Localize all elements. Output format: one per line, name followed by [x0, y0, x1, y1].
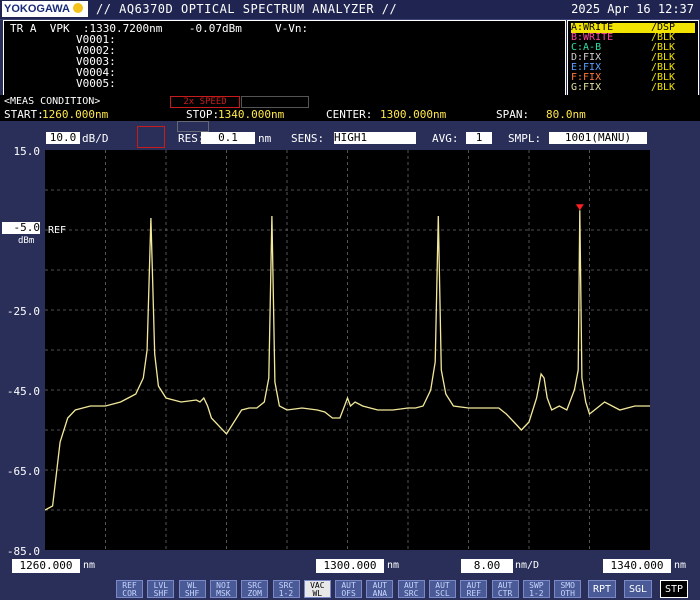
softkey-line: ZOM [247, 589, 262, 598]
softkey-noi-msk[interactable]: NOI MSK [209, 580, 237, 598]
scale-value[interactable]: 10.0 [46, 132, 80, 144]
ref-level-value[interactable]: -5.0 [2, 222, 40, 234]
repeat-sweep-button[interactable]: RPT [588, 580, 616, 598]
y-tick-neg85: -85.0 [6, 545, 40, 558]
softkey-aut-ofs[interactable]: AUT OFS [335, 580, 363, 598]
softkey-line: WL [312, 589, 323, 598]
softkey-src-zom[interactable]: SRC ZOM [241, 580, 269, 598]
softkey-line: SCL [435, 589, 450, 598]
instrument-title: // AQ6370D OPTICAL SPECTRUM ANALYZER // [96, 2, 398, 16]
parameter-bar: 10.0 dB/D RES: 0.1 nm SENS: HIGH1 AVG: 1… [0, 121, 700, 148]
softkey-line: OTH [560, 589, 575, 598]
y-tick-neg65: -65.0 [6, 465, 40, 478]
softkey-aut-ctr[interactable]: AUT CTR [491, 580, 519, 598]
marker-info-panel: TR A VPK :1330.7200nm -0.07dBm V-Vn: V00… [3, 20, 566, 96]
stop-sweep-button[interactable]: STP [660, 580, 688, 598]
scale-unit: dB/D [82, 132, 109, 145]
start-label: START: [4, 108, 44, 121]
stop-label: STOP: [186, 108, 220, 121]
center-label: CENTER: [326, 108, 373, 121]
avg-value[interactable]: 1 [466, 132, 492, 144]
softkey-src-1-2[interactable]: SRC 1-2 [272, 580, 300, 598]
softkey-line: SRC [403, 589, 419, 598]
spectrum-svg: REF [44, 150, 650, 550]
peak-level: -0.07dBm [188, 22, 242, 35]
y-tick-neg45: -45.0 [6, 385, 40, 398]
x-center-unit: nm [387, 560, 400, 571]
softkey-line: SHF [184, 589, 200, 598]
res-indicator [177, 121, 209, 132]
x-div-value[interactable]: 8.00 [461, 559, 513, 573]
trace-label: G:FIX [571, 82, 602, 93]
softkey-lvl-shf[interactable]: LVL SHF [147, 580, 175, 598]
brand-text: YOKOGAWA [4, 3, 71, 15]
spectrum-plot[interactable]: REF [44, 150, 650, 550]
span-value[interactable]: 80.0nm [546, 108, 586, 121]
x-start-unit: nm [83, 560, 96, 571]
y-tick-neg25: -25.0 [6, 305, 40, 318]
trace-panel: A:WRITE/DSP B:WRITE/BLK C:A-B/BLK D:FIX/BLK… [567, 20, 699, 96]
softkey-line: SHF [153, 589, 169, 598]
softkey-line: REF [466, 589, 482, 598]
brand-logo: YOKOGAWA [2, 1, 88, 17]
softkey-wl-shf[interactable]: WL SHF [178, 580, 206, 598]
x-stop-value[interactable]: 1340.000 [603, 559, 671, 573]
res-value[interactable]: 0.1 [201, 132, 255, 144]
x-div-unit: nm/D [515, 560, 540, 571]
peak-readout: TR A VPK :1330.7200nm -0.07dBm V-Vn: [10, 23, 308, 34]
ref-label: REF [48, 225, 66, 236]
softkey-line: ANA [372, 589, 388, 598]
ref-unit: dBm [18, 236, 35, 246]
scale-mode-indicator [137, 126, 165, 148]
softkey-line: COR [122, 589, 137, 598]
softkey-aut-ana[interactable]: AUT ANA [366, 580, 394, 598]
peak-marker-icon [575, 204, 584, 211]
x-start-value[interactable]: 1260.000 [12, 559, 80, 573]
softkey-vac-wl[interactable]: VAC WL [303, 580, 331, 598]
softkey-smo-oth[interactable]: SMO OTH [554, 580, 582, 598]
softkey-line: MSK [216, 589, 231, 598]
x-center-value[interactable]: 1300.000 [316, 559, 384, 573]
trace-item-g[interactable]: G:FIX/BLK [571, 83, 695, 93]
smpl-label: SMPL: [508, 132, 542, 145]
start-value[interactable]: 1260.000nm [42, 108, 108, 121]
softkey-aut-scl[interactable]: AUT SCL [429, 580, 456, 598]
softkey-ref-cor[interactable]: REF COR [116, 580, 143, 598]
softkey-aut-ref[interactable]: AUT REF [460, 580, 488, 598]
softkey-line: 1-2 [278, 589, 294, 598]
softkey-swp-1-2[interactable]: SWP 1-2 [522, 580, 550, 598]
datetime: 2025 Apr 16 12:37 [571, 2, 694, 16]
sweep-speed-button[interactable]: 2x SPEED [170, 96, 240, 108]
plot-grid [45, 150, 650, 550]
stop-value[interactable]: 1340.000nm [218, 108, 284, 121]
softkey-line: OFS [341, 589, 356, 598]
y-tick-15: 15.0 [13, 145, 41, 158]
delta-label: V-Vn: [274, 22, 309, 35]
sens-value[interactable]: HIGH1 [334, 132, 416, 144]
sens-label: SENS: [291, 132, 325, 145]
smpl-value[interactable]: 1001(MANU) [549, 132, 647, 144]
center-value[interactable]: 1300.000nm [380, 108, 446, 121]
res-unit: nm [258, 132, 272, 145]
x-stop-unit: nm [674, 560, 687, 571]
span-label: SPAN: [496, 108, 530, 121]
softkey-line: CTR [497, 589, 513, 598]
marker-5: V0005: [76, 77, 116, 90]
inactive-button [241, 96, 309, 108]
softkey-aut-src[interactable]: AUT SRC [397, 580, 425, 598]
single-sweep-button[interactable]: SGL [624, 580, 652, 598]
sun-icon [73, 3, 84, 13]
trace-mode: /BLK [651, 82, 676, 93]
meas-header: <MEAS CONDITION> [4, 96, 101, 107]
softkey-line: 1-2 [529, 589, 544, 598]
avg-label: AVG: [432, 132, 459, 145]
